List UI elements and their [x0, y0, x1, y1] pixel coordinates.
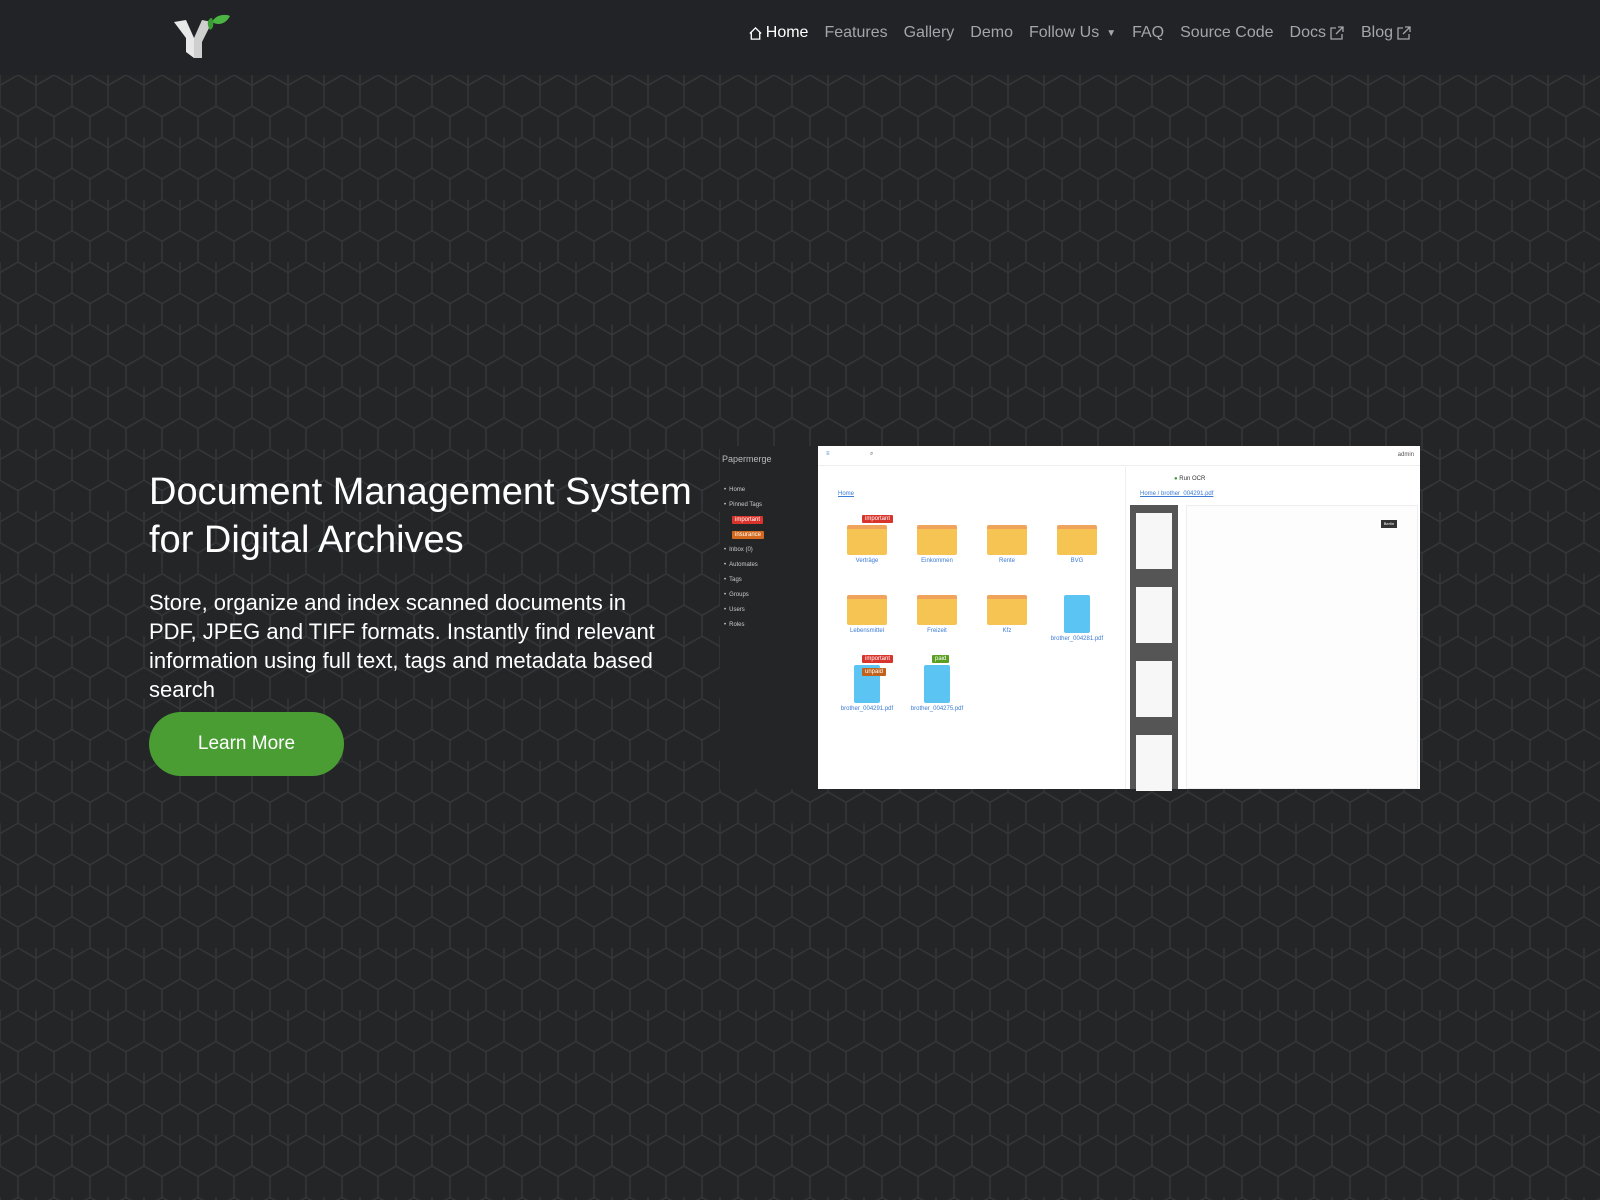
nav-label: Gallery — [903, 24, 955, 41]
folder-icon — [987, 525, 1027, 555]
viewer-crumb-doc: brother_004291.pdf — [1161, 491, 1214, 497]
nav-blog[interactable]: Blog — [1361, 24, 1412, 42]
external-link-icon — [1329, 25, 1345, 41]
folder-icon — [1057, 525, 1097, 555]
nav-label: Source Code — [1180, 24, 1274, 41]
screenshot-sidebar-item: • Home — [724, 486, 746, 493]
sidebar-icon: • — [724, 486, 727, 493]
folder-item: Freizeit — [902, 595, 972, 643]
doc-icon — [1064, 595, 1090, 633]
screenshot-sidebar-item: • Inbox (0) — [724, 546, 753, 553]
screenshot-sidebar-item: • Users — [724, 606, 745, 613]
sidebar-icon: • — [724, 546, 727, 553]
nav-label: FAQ — [1132, 24, 1165, 41]
search-icon: ⌕ — [870, 451, 874, 457]
sidebar-icon: • — [724, 576, 727, 583]
tag-badge: important — [862, 655, 894, 663]
berlin-stamp: Berlin — [1380, 520, 1397, 528]
viewer-crumb-home: Home — [1140, 491, 1157, 497]
folder-item: Lebensmittel — [832, 595, 902, 643]
caret-down-icon: ▼ — [1106, 27, 1117, 39]
sidebar-icon: • — [724, 501, 727, 508]
tag-badge: important — [862, 515, 894, 523]
sidebar-icon: • — [724, 621, 727, 628]
sidebar-icon: • — [724, 591, 727, 598]
nav-label: Blog — [1360, 24, 1393, 41]
navbar: Home Features Gallery Demo Follow Us ▼ FAQ Sour… — [0, 0, 1600, 75]
document-page: Berlin — [1186, 505, 1418, 789]
screenshot-sidebar-item: • Roles — [724, 621, 745, 628]
nav-label: Demo — [970, 24, 1013, 41]
tag-badge: unpaid — [862, 668, 887, 676]
run-ocr-button: ● Run OCR — [1174, 476, 1206, 482]
folder-item: Verträge important — [832, 515, 902, 573]
document-item: brother_004281.pdf — [1042, 595, 1112, 643]
nav-docs[interactable]: Docs — [1290, 24, 1345, 42]
document-item: brother_004291.pdf important unpaid — [840, 655, 894, 712]
learn-more-button[interactable]: Learn More — [149, 712, 344, 776]
papermerge-logo[interactable] — [172, 12, 232, 62]
tag-badge: paid — [932, 655, 950, 663]
folder-icon — [847, 595, 887, 625]
screenshot-sidebar-item: • Pinned Tags — [724, 501, 763, 508]
nav-demo[interactable]: Demo — [970, 24, 1013, 42]
page-thumbnails — [1130, 505, 1178, 791]
nav-label: Features — [824, 24, 888, 41]
user-menu: admin — [1397, 452, 1414, 458]
nav-follow-us[interactable]: Follow Us ▼ — [1029, 24, 1116, 42]
app-screenshot: Papermerge • Home • Pinned Tags important ins… — [720, 446, 1420, 791]
pinned-tag: important — [724, 512, 764, 527]
screenshot-main: ≡ ⌕ admin Home Verträge important Einkomme… — [818, 446, 1420, 791]
home-icon — [748, 26, 763, 41]
screenshot-sidebar: Papermerge • Home • Pinned Tags important ins… — [720, 446, 818, 789]
nav-features[interactable]: Features — [824, 24, 887, 42]
nav-faq[interactable]: FAQ — [1132, 24, 1164, 42]
document-viewer: ● Run OCR Home / brother_004291.pdf Berl… — [1125, 467, 1420, 791]
nav-gallery[interactable]: Gallery — [904, 24, 955, 42]
nav-label: Follow Us — [1028, 24, 1100, 41]
sidebar-icon: • — [724, 606, 727, 613]
doc-icon — [924, 665, 950, 703]
menu-icon: ≡ — [826, 451, 830, 457]
folder-item: Einkommen — [902, 525, 972, 573]
external-link-icon — [1396, 25, 1412, 41]
hero-description: Store, organize and index scanned docume… — [149, 590, 655, 702]
hero-title: Document Management System for Digital A… — [149, 471, 692, 561]
folder-item: BVG — [1042, 525, 1112, 573]
screenshot-brand: Papermerge — [722, 454, 772, 464]
nav-label: Docs — [1289, 24, 1326, 41]
sidebar-icon: • — [724, 561, 727, 568]
screenshot-sidebar-item: • Automates — [724, 561, 758, 568]
nav-label: Home — [765, 24, 809, 41]
nav-source-code[interactable]: Source Code — [1180, 24, 1273, 42]
folder-item: Kfz — [972, 595, 1042, 643]
pinned-tag: insurance — [724, 527, 765, 542]
folder-item: Rente — [972, 525, 1042, 573]
screenshot-breadcrumb: Home — [838, 491, 855, 497]
screenshot-sidebar-item: • Tags — [724, 576, 742, 583]
folder-icon — [917, 595, 957, 625]
folder-icon — [917, 525, 957, 555]
folder-icon — [847, 525, 887, 555]
nav-home[interactable]: Home — [748, 24, 809, 42]
folder-icon — [987, 595, 1027, 625]
document-item: brother_004275.pdf paid — [910, 655, 964, 712]
screenshot-sidebar-item: • Groups — [724, 591, 749, 598]
